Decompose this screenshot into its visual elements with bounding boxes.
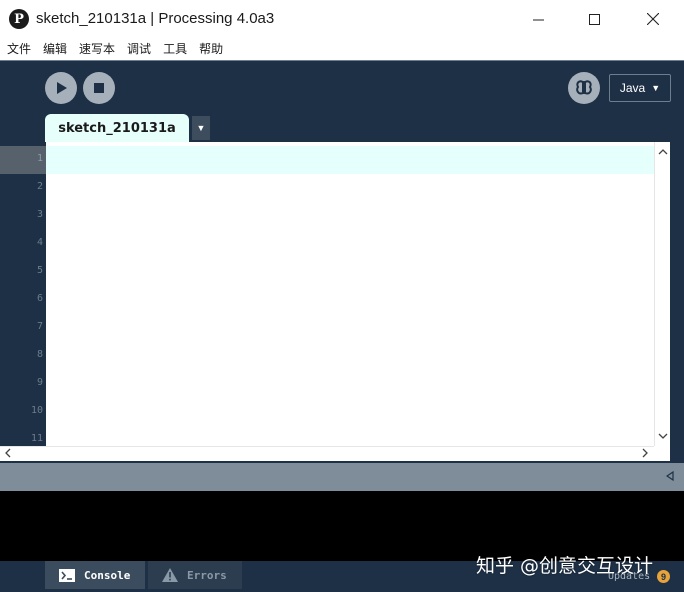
vertical-scrollbar[interactable] [654,142,670,446]
line-number: 6 [36,293,43,304]
code-editor[interactable] [46,142,654,446]
menu-edit[interactable]: 编辑 [43,40,67,57]
chevron-down-icon: ▼ [196,123,206,133]
scroll-up-icon[interactable] [658,148,668,156]
collapse-console-icon[interactable] [666,471,674,481]
close-button[interactable] [630,0,676,38]
chevron-down-icon: ▼ [651,83,661,93]
run-button[interactable] [45,72,77,104]
line-number-gutter: 1 2 3 4 5 6 7 8 9 10 11 [0,142,46,446]
tab-menu-button[interactable]: ▼ [192,116,210,140]
line-number: 11 [30,433,43,444]
tab-label: sketch_210131a [58,120,176,136]
maximize-button[interactable] [571,0,617,38]
menu-help[interactable]: 帮助 [199,40,223,57]
menu-tools[interactable]: 工具 [163,40,187,57]
line-number: 7 [36,321,43,332]
line-number: 5 [36,265,43,276]
menu-file[interactable]: 文件 [7,40,31,57]
status-bar [0,461,684,491]
menu-bar: 文件 编辑 速写本 调试 工具 帮助 [0,38,684,59]
debugger-button[interactable] [568,72,600,104]
mode-label: Java [619,81,646,95]
line-number: 2 [36,181,43,192]
errors-tab-label: Errors [187,568,227,582]
play-icon [57,82,67,94]
errors-tab[interactable]: Errors [148,561,242,589]
scroll-left-icon[interactable] [4,448,12,458]
line-number: 4 [36,237,43,248]
mode-selector[interactable]: Java ▼ [609,74,671,102]
title-bar: P sketch_210131a | Processing 4.0a3 [0,0,684,38]
line-number: 9 [36,377,43,388]
window-title: sketch_210131a | Processing 4.0a3 [36,10,275,27]
scroll-down-icon[interactable] [658,432,668,440]
console-tab-label: Console [84,568,131,582]
menu-debug[interactable]: 调试 [127,40,151,57]
line-number: 3 [36,209,43,220]
minimize-button[interactable] [515,0,561,38]
line-number: 8 [36,349,43,360]
stop-icon [94,83,104,93]
tab-sketch[interactable]: sketch_210131a [45,114,189,142]
minimize-icon [532,19,544,20]
scroll-right-icon[interactable] [641,448,649,458]
menu-sketch[interactable]: 速写本 [79,40,115,57]
line-number: 10 [30,405,43,416]
updates-count-badge[interactable]: 9 [657,570,670,583]
stop-button[interactable] [83,72,115,104]
line-number: 1 [36,153,43,164]
ide-frame: Java ▼ sketch_210131a ▼ 1 2 3 4 5 6 7 8 9 10 11 [0,60,684,592]
console-icon [59,568,75,582]
butterfly-icon [576,80,592,95]
horizontal-scrollbar[interactable] [0,446,654,461]
warning-icon [162,568,178,582]
scrollbar-corner [654,446,670,461]
console-tab[interactable]: Console [45,561,145,589]
processing-logo-icon: P [9,9,29,29]
current-line-highlight [46,146,654,174]
maximize-icon [588,13,600,25]
watermark: 知乎 @创意交互设计 [476,555,654,577]
close-icon [647,13,659,25]
